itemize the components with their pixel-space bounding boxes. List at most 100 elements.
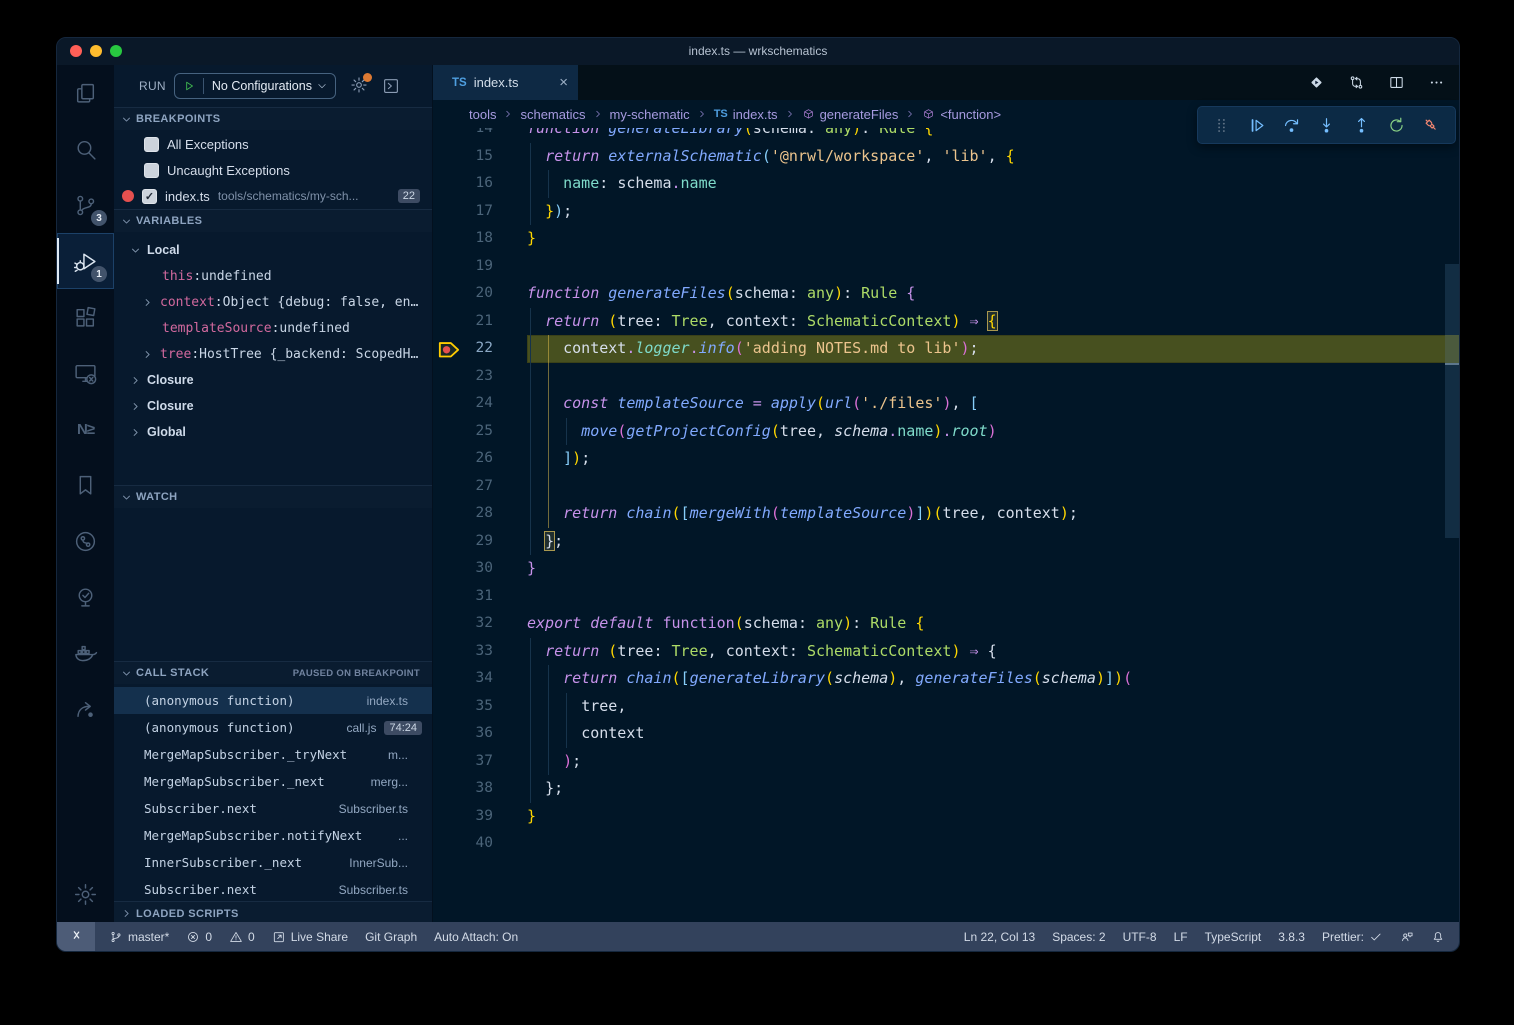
code-line[interactable]: 18}: [433, 225, 1459, 253]
variables-group-row[interactable]: Closure: [114, 367, 432, 393]
activity-item-testing[interactable]: [57, 569, 114, 625]
breakpoint-row[interactable]: ✓index.tstools/schematics/my-sch...22: [114, 183, 432, 209]
step-into-button[interactable]: [1309, 108, 1344, 142]
close-tab-icon[interactable]: ×: [559, 75, 568, 90]
activity-item-search[interactable]: [57, 121, 114, 177]
breadcrumb-item[interactable]: schematics: [520, 107, 585, 122]
step-out-button[interactable]: [1344, 108, 1379, 142]
variable-row[interactable]: templateSource: undefined: [114, 315, 432, 341]
restart-button[interactable]: [1379, 108, 1414, 142]
breadcrumb-item[interactable]: <function>: [922, 107, 1001, 122]
chevron-right-icon[interactable]: [142, 349, 153, 360]
activity-item-explorer[interactable]: [57, 65, 114, 121]
status-item-master[interactable]: master*: [109, 930, 169, 944]
status-item-typescript[interactable]: TypeScript: [1205, 930, 1262, 944]
breakpoints-header[interactable]: BREAKPOINTS: [114, 107, 432, 130]
call-stack-header[interactable]: CALL STACK PAUSED ON BREAKPOINT: [114, 661, 432, 684]
code-line[interactable]: 34 return chain([generateLibrary(schema)…: [433, 665, 1459, 693]
breakpoint-row[interactable]: All Exceptions: [114, 131, 432, 157]
variable-row[interactable]: tree: HostTree {_backend: ScopedH…: [114, 341, 432, 367]
breakpoint-checkbox[interactable]: [144, 163, 159, 178]
callstack-frame[interactable]: MergeMapSubscriber.notifyNext...: [114, 822, 432, 849]
step-over-button[interactable]: [1274, 108, 1309, 142]
callstack-frame[interactable]: (anonymous function)call.js74:24: [114, 714, 432, 741]
code-line[interactable]: 32export default function(schema: any): …: [433, 610, 1459, 638]
scrollbar-thumb[interactable]: [1445, 264, 1459, 538]
status-item-spaces-2[interactable]: Spaces: 2: [1052, 930, 1105, 944]
open-changes-icon[interactable]: [1308, 74, 1325, 91]
breadcrumb-item[interactable]: my-schematic: [610, 107, 690, 122]
start-debug-icon[interactable]: [182, 79, 196, 93]
breadcrumb-item[interactable]: TSindex.ts: [714, 107, 778, 122]
code-line[interactable]: 39}: [433, 803, 1459, 831]
activity-item-settings[interactable]: [57, 866, 114, 922]
variables-header[interactable]: VARIABLES: [114, 209, 432, 232]
activity-item-project-share[interactable]: [57, 681, 114, 737]
breakpoint-row[interactable]: Uncaught Exceptions: [114, 157, 432, 183]
configure-gear-button[interactable]: [350, 76, 368, 97]
status-item-3-8-3[interactable]: 3.8.3: [1278, 930, 1305, 944]
activity-item-extensions[interactable]: [57, 289, 114, 345]
status-item-utf-8[interactable]: UTF-8: [1123, 930, 1157, 944]
callstack-frame[interactable]: (anonymous function)index.ts: [114, 687, 432, 714]
watch-header[interactable]: WATCH: [114, 485, 432, 508]
open-debug-console-button[interactable]: [382, 77, 400, 95]
activity-item-nx-console[interactable]: N≥: [57, 401, 114, 457]
code-line[interactable]: 29 };: [433, 528, 1459, 556]
code-line[interactable]: 38 };: [433, 775, 1459, 803]
chevron-down-icon[interactable]: [316, 80, 328, 92]
activity-item-git-graph[interactable]: [57, 513, 114, 569]
disconnect-button[interactable]: [1414, 108, 1449, 142]
variable-row[interactable]: this: undefined: [114, 263, 432, 289]
sync-changes-icon[interactable]: [1348, 74, 1365, 91]
remote-indicator-button[interactable]: [57, 922, 95, 951]
code-line[interactable]: 36 context: [433, 720, 1459, 748]
code-line[interactable]: 17 });: [433, 198, 1459, 226]
callstack-frame[interactable]: Subscriber.nextSubscriber.ts: [114, 795, 432, 822]
chevron-right-icon[interactable]: [130, 401, 141, 412]
code-line[interactable]: 37 );: [433, 748, 1459, 776]
variables-group-row[interactable]: Closure: [114, 393, 432, 419]
editor-scrollbar[interactable]: [1445, 128, 1459, 922]
code-line[interactable]: 16 name: schema.name: [433, 170, 1459, 198]
activity-item-remote-explorer[interactable]: [57, 345, 114, 401]
debug-config-dropdown[interactable]: No Configurations: [174, 73, 336, 99]
status-item-bell[interactable]: [1431, 930, 1445, 944]
status-item-feedback[interactable]: [1400, 930, 1414, 944]
more-actions-icon[interactable]: [1428, 74, 1445, 91]
code-line[interactable]: 24 const templateSource = apply(url('./f…: [433, 390, 1459, 418]
callstack-frame[interactable]: InnerSubscriber._nextInnerSub...: [114, 849, 432, 876]
status-item-ln-22-col-13[interactable]: Ln 22, Col 13: [964, 930, 1035, 944]
code-line[interactable]: 15 return externalSchematic('@nrwl/works…: [433, 143, 1459, 171]
variable-row[interactable]: context: Object {debug: false, en…: [114, 289, 432, 315]
code-line[interactable]: 23: [433, 363, 1459, 391]
code-editor[interactable]: 14function generateLibrary(schema: any):…: [433, 128, 1459, 922]
tab-index-ts[interactable]: TS index.ts ×: [433, 65, 578, 100]
status-item-git-graph[interactable]: Git Graph: [365, 930, 417, 944]
chevron-right-icon[interactable]: [130, 375, 141, 386]
status-item-0[interactable]: 0: [229, 930, 255, 944]
callstack-frame[interactable]: MergeMapSubscriber._nextmerg...: [114, 768, 432, 795]
loaded-scripts-header[interactable]: LOADED SCRIPTS: [114, 901, 432, 922]
code-line[interactable]: 27: [433, 473, 1459, 501]
activity-item-bookmarks[interactable]: [57, 457, 114, 513]
callstack-frame[interactable]: Subscriber.nextSubscriber.ts: [114, 876, 432, 903]
chevron-right-icon[interactable]: [130, 427, 141, 438]
breakpoint-checkbox[interactable]: ✓: [142, 189, 157, 204]
code-line[interactable]: 30}: [433, 555, 1459, 583]
breadcrumb-item[interactable]: generateFiles: [802, 107, 899, 122]
continue-button[interactable]: [1239, 108, 1274, 142]
code-line[interactable]: 19: [433, 253, 1459, 281]
code-line[interactable]: 40: [433, 830, 1459, 858]
breakpoint-checkbox[interactable]: [144, 137, 159, 152]
code-line[interactable]: 26 ]);: [433, 445, 1459, 473]
status-item-0[interactable]: 0: [186, 930, 212, 944]
status-item-auto-attach-on[interactable]: Auto Attach: On: [434, 930, 518, 944]
status-item-live-share[interactable]: Live Share: [272, 930, 348, 944]
status-item-lf[interactable]: LF: [1174, 930, 1188, 944]
code-line[interactable]: 33 return (tree: Tree, context: Schemati…: [433, 638, 1459, 666]
callstack-frame[interactable]: MergeMapSubscriber._tryNextm...: [114, 741, 432, 768]
code-line[interactable]: 20function generateFiles(schema: any): R…: [433, 280, 1459, 308]
code-line[interactable]: 28 return chain([mergeWith(templateSourc…: [433, 500, 1459, 528]
code-line[interactable]: 22 context.logger.info('adding NOTES.md …: [433, 335, 1459, 363]
